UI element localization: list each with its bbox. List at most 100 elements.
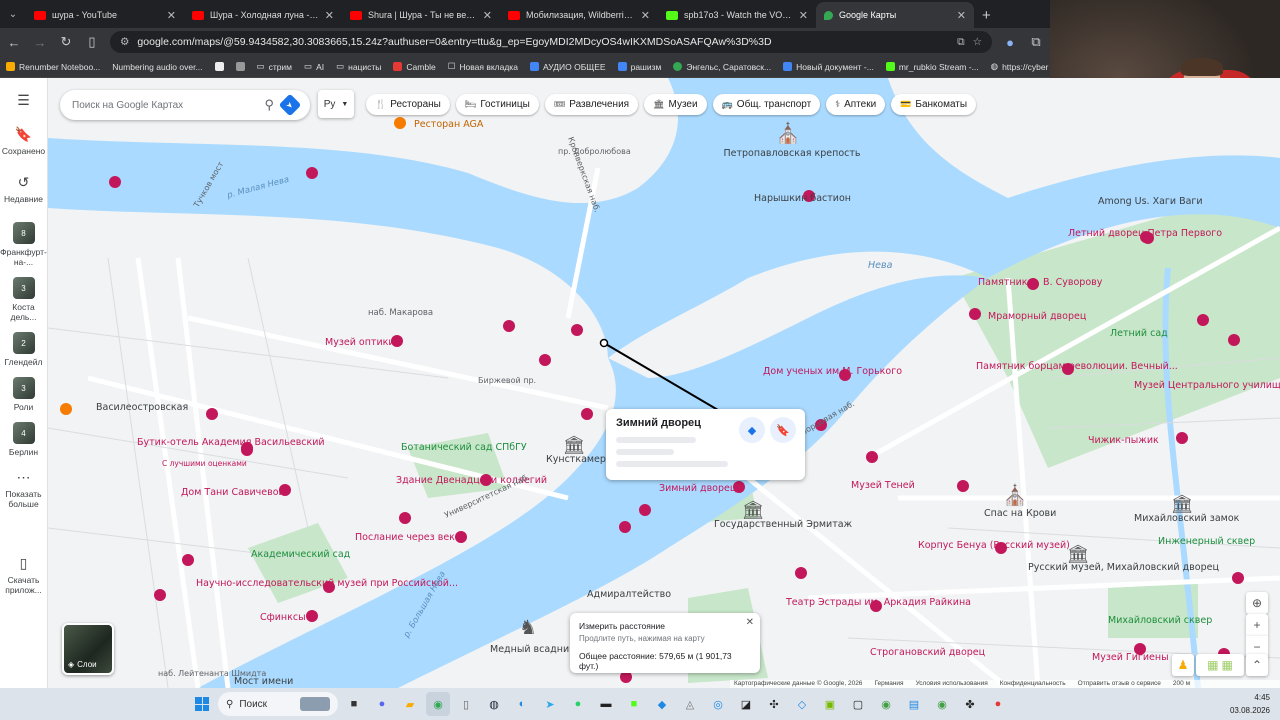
- poi-pin[interactable]: [1176, 432, 1188, 444]
- chip-restaurants[interactable]: 🍴 Рестораны: [366, 94, 450, 115]
- poi-pin[interactable]: [206, 408, 218, 420]
- bookmark-folder[interactable]: ▭ AI: [304, 61, 324, 72]
- chrome-icon[interactable]: ◉: [426, 692, 450, 716]
- tab-5[interactable]: spb17o3 - Watch the VOD on K ✕: [658, 2, 816, 28]
- rail-recent-berlin[interactable]: 4 Берлин: [0, 422, 48, 457]
- rail-recent-costa[interactable]: 3 Коста дель...: [0, 277, 48, 322]
- explorer-icon[interactable]: ▰: [398, 692, 422, 716]
- footer-region[interactable]: Германия: [874, 680, 903, 688]
- star-icon[interactable]: ☆: [973, 36, 982, 48]
- rail-saved[interactable]: 🔖 Сохранено: [0, 126, 48, 156]
- forward-icon[interactable]: →: [32, 35, 48, 50]
- sidebar-icon[interactable]: ▯: [84, 34, 100, 50]
- system-clock[interactable]: 4:45 03.08.2026: [1230, 691, 1270, 717]
- telegram-icon[interactable]: ➤: [538, 692, 562, 716]
- poi-pin[interactable]: [866, 451, 878, 463]
- search-icon[interactable]: ⚲: [264, 97, 274, 113]
- poi-pin[interactable]: [619, 521, 631, 533]
- close-icon[interactable]: ✕: [325, 9, 334, 22]
- extensions-icon[interactable]: ⧉: [1028, 34, 1044, 50]
- address-bar[interactable]: ⚙ google.com/maps/@59.9434582,30.3083665…: [110, 31, 992, 53]
- imagery-strip[interactable]: ▦ ▦: [1196, 654, 1244, 676]
- app-icon[interactable]: ▤: [902, 692, 926, 716]
- directions-icon[interactable]: ➤: [278, 93, 302, 117]
- chip-atms[interactable]: 💳 Банкоматы: [891, 94, 977, 115]
- zoom-in-button[interactable]: +: [1246, 614, 1268, 636]
- close-icon[interactable]: ✕: [641, 9, 650, 22]
- openai-icon[interactable]: ✣: [762, 692, 786, 716]
- close-icon[interactable]: ✕: [799, 9, 808, 22]
- language-toggle[interactable]: Ру ▼: [318, 90, 354, 118]
- taskbar-search[interactable]: ⚲ Поиск: [218, 692, 338, 716]
- app-icon[interactable]: ◎: [706, 692, 730, 716]
- app-icon[interactable]: ◪: [734, 692, 758, 716]
- bookmark-item[interactable]: ☐ Новая вкладка: [448, 61, 518, 72]
- close-icon[interactable]: ✕: [746, 617, 754, 628]
- bookmark-folder[interactable]: ▭ стрим: [257, 61, 293, 72]
- directions-icon[interactable]: ◆: [739, 417, 765, 443]
- poi-pin[interactable]: [571, 324, 583, 336]
- poi-pin[interactable]: [109, 176, 121, 188]
- rail-download-app[interactable]: ▯ Скачать прилож...: [0, 555, 48, 595]
- layers-button[interactable]: ◈ Слои: [62, 623, 114, 675]
- chip-pharmacies[interactable]: ⚕ Аптеки: [826, 94, 886, 115]
- footer-privacy[interactable]: Конфиденциальность: [1000, 680, 1066, 688]
- expand-button[interactable]: ⌃: [1246, 654, 1268, 676]
- restaurant-pin[interactable]: [60, 403, 72, 415]
- close-icon[interactable]: ✕: [167, 9, 176, 22]
- place-title[interactable]: Зимний дворец: [616, 417, 795, 429]
- rail-show-more[interactable]: ⋯ Показать больше: [0, 469, 48, 509]
- app-icon[interactable]: ◉: [874, 692, 898, 716]
- my-location-button[interactable]: ⊕: [1246, 592, 1268, 614]
- rail-recent-frankfurt[interactable]: 8 Франкфурт-на-...: [0, 222, 48, 267]
- app-icon[interactable]: ◐: [510, 692, 534, 716]
- footer-terms[interactable]: Условия использования: [916, 680, 988, 688]
- poi-pin[interactable]: [1197, 314, 1209, 326]
- steam-icon[interactable]: ◍: [482, 692, 506, 716]
- start-button[interactable]: [190, 692, 214, 716]
- poi-pin[interactable]: [1232, 572, 1244, 584]
- poi-pin[interactable]: [1228, 334, 1240, 346]
- poi-pin[interactable]: [306, 167, 318, 179]
- new-tab-button[interactable]: +: [974, 2, 999, 28]
- rail-recent-raleigh[interactable]: 3 Роли: [0, 377, 48, 412]
- rail-recent-glendale[interactable]: 2 Глендейл: [0, 332, 48, 367]
- whatsapp-icon[interactable]: ●: [566, 692, 590, 716]
- search-box[interactable]: Поиск на Google Картах ⚲ ➤: [60, 90, 310, 120]
- place-card[interactable]: Зимний дворец ◆ 🔖: [606, 409, 805, 480]
- footer-feedback[interactable]: Отправить отзыв о сервисе: [1078, 680, 1161, 688]
- reload-icon[interactable]: ↻: [58, 34, 74, 50]
- tab-3[interactable]: Shura | Шура - Ты не верь сле ✕: [342, 2, 500, 28]
- bookmark-item[interactable]: Renumber Noteboo...: [6, 62, 100, 72]
- app-icon[interactable]: ▢: [846, 692, 870, 716]
- close-icon[interactable]: ✕: [957, 9, 966, 22]
- bookmark-item[interactable]: [235, 62, 245, 71]
- taskview-icon[interactable]: ■: [342, 692, 366, 716]
- poi-pin[interactable]: [969, 308, 981, 320]
- tab-6[interactable]: Google Карты ✕: [816, 2, 974, 28]
- install-icon[interactable]: ⧉: [957, 36, 965, 49]
- back-icon[interactable]: ←: [6, 35, 22, 50]
- chip-hotels[interactable]: 🛏 Гостиницы: [455, 94, 539, 115]
- poi-pin[interactable]: [957, 480, 969, 492]
- close-icon[interactable]: ✕: [483, 9, 492, 22]
- app-icon[interactable]: ●: [986, 692, 1010, 716]
- bookmark-item[interactable]: АУДИО ОБЩЕЕ: [529, 62, 606, 72]
- terminal-icon[interactable]: ▬: [594, 692, 618, 716]
- tab-1[interactable]: шура - YouTube ✕: [26, 2, 184, 28]
- bookmark-item[interactable]: Новый документ -...: [783, 62, 874, 72]
- profile-icon[interactable]: ●: [1002, 35, 1018, 50]
- bookmark-item[interactable]: mr_rubkio Stream -...: [885, 62, 979, 72]
- site-info-icon[interactable]: ⚙: [120, 36, 129, 48]
- app-icon[interactable]: ◆: [650, 692, 674, 716]
- nvidia-icon[interactable]: ▣: [818, 692, 842, 716]
- poi-pin[interactable]: [182, 554, 194, 566]
- poi-pin[interactable]: [503, 320, 515, 332]
- map-canvas[interactable]: ⛪ 🏛 🏛 ⛪ 🏛 🏛 ♞ Ресторан AGA Петропавловск…: [48, 78, 1280, 688]
- poi-pin[interactable]: [539, 354, 551, 366]
- poi-pin[interactable]: [154, 589, 166, 601]
- poi-pin[interactable]: [795, 567, 807, 579]
- kick-app-icon[interactable]: ■: [622, 692, 646, 716]
- map-area[interactable]: ⛪ 🏛 🏛 ⛪ 🏛 🏛 ♞ Ресторан AGA Петропавловск…: [0, 78, 1280, 688]
- menu-button[interactable]: ☰: [0, 92, 48, 112]
